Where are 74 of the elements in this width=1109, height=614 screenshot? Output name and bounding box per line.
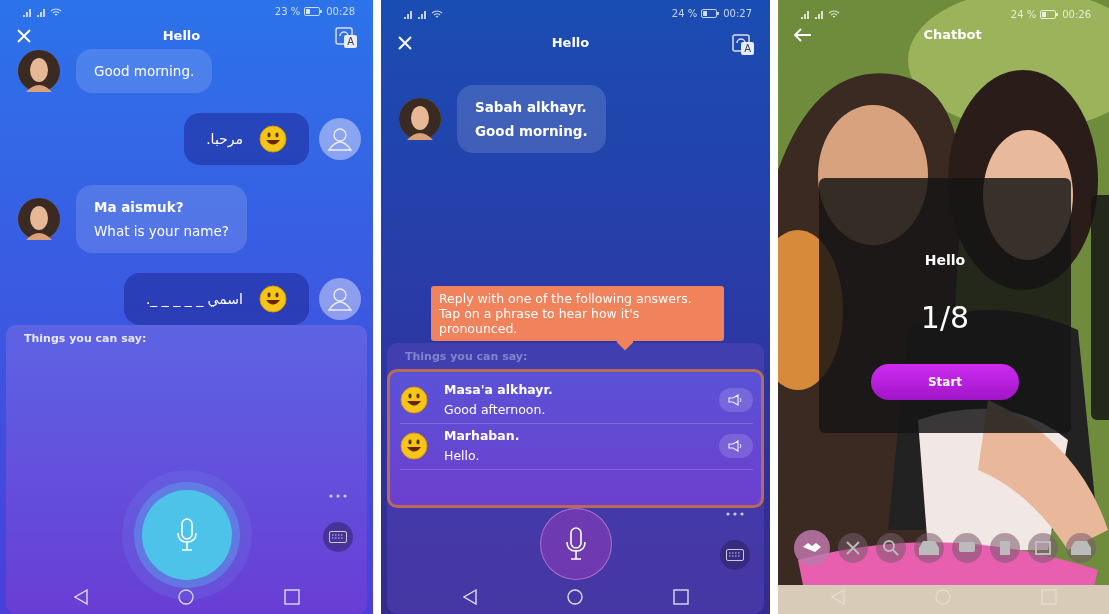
lesson-title: Hello <box>924 251 966 270</box>
battery-icon <box>304 7 323 17</box>
screen-title: Hello <box>551 33 590 52</box>
category-button[interactable] <box>914 533 944 563</box>
signal-icon <box>814 8 824 20</box>
bot-avatar <box>18 197 60 240</box>
hint-text: Reply with one of the following answers. Tap on a phrase to hear how it's pronounced. <box>439 291 692 336</box>
more-icon[interactable] <box>726 512 744 516</box>
microphone-button[interactable] <box>141 490 232 580</box>
translate-button[interactable]: A <box>331 23 357 48</box>
message-translation: Good morning. <box>475 121 588 141</box>
phrase-option[interactable]: Masa'a alkhayr. Good afternoon. <box>444 380 703 420</box>
keyboard-icon <box>329 531 347 543</box>
battery-icon <box>1040 9 1059 19</box>
phrase-option[interactable]: Marhaban. Hello. <box>444 426 703 466</box>
speaker-icon <box>728 440 744 452</box>
phrase-translation: Good afternoon. <box>444 401 547 419</box>
recents-icon[interactable] <box>672 589 689 605</box>
back-arrow-icon[interactable] <box>794 28 812 42</box>
close-icon[interactable] <box>16 27 32 44</box>
wifi-icon <box>431 8 443 19</box>
user-icon <box>328 286 352 311</box>
screen-title: Hello <box>162 27 201 46</box>
message-original: Sabah alkhayr. <box>475 97 588 117</box>
microphone-icon <box>564 527 587 561</box>
smiley-icon <box>259 124 287 153</box>
start-button[interactable]: Start <box>871 364 1019 400</box>
translate-button[interactable]: A <box>728 30 754 55</box>
panel-label: Things you can say: <box>405 348 528 365</box>
category-button[interactable] <box>876 533 906 563</box>
speaker-button[interactable] <box>719 388 753 412</box>
wifi-icon <box>50 6 62 17</box>
message-translation: Good morning. <box>94 61 195 81</box>
phrase-original: Masa'a alkhayr. <box>444 381 554 399</box>
lesson-counter: 1/8 <box>920 299 970 337</box>
user-icon <box>328 126 352 151</box>
speaker-icon <box>728 394 744 406</box>
phrase-original: Marhaban. <box>444 427 521 445</box>
smiley-icon <box>259 284 287 313</box>
smiley-icon <box>400 386 428 414</box>
language-label: A <box>741 41 754 55</box>
keyboard-button[interactable] <box>323 522 353 552</box>
bot-avatar <box>399 97 441 140</box>
more-icon[interactable] <box>329 494 347 498</box>
back-icon[interactable] <box>73 589 88 605</box>
signal-icon <box>800 8 810 20</box>
message-translation: What is your name? <box>94 221 229 241</box>
home-icon[interactable] <box>177 589 194 605</box>
recents-icon[interactable] <box>283 589 300 605</box>
phrase-translation: Hello. <box>444 447 481 465</box>
home-icon[interactable] <box>566 589 583 605</box>
battery-level: 24 % <box>671 7 698 22</box>
status-time: 00:26 <box>1062 7 1091 22</box>
keyboard-button[interactable] <box>720 540 750 570</box>
panel-label: Things you can say: <box>24 330 147 347</box>
battery-level: 24 % <box>1010 7 1037 22</box>
battery-level: 23 % <box>274 5 301 20</box>
smiley-icon <box>400 432 428 460</box>
message-text: اسمي _ _ _ _ _. <box>145 289 243 309</box>
message-original: Ma aismuk? <box>94 197 185 217</box>
category-button[interactable] <box>838 533 868 563</box>
status-time: 00:27 <box>723 7 752 22</box>
wifi-icon <box>828 9 840 19</box>
microphone-icon <box>175 518 198 552</box>
language-label: A <box>344 34 357 48</box>
battery-icon <box>701 9 720 19</box>
message-text: مرحبا. <box>206 129 243 150</box>
keyboard-icon <box>726 549 744 561</box>
bot-avatar <box>18 49 60 92</box>
screen-title: Chatbot <box>923 26 982 45</box>
back-icon[interactable] <box>462 589 477 605</box>
close-icon[interactable] <box>397 34 413 51</box>
speaker-button[interactable] <box>719 434 753 458</box>
status-time: 00:28 <box>326 5 355 20</box>
